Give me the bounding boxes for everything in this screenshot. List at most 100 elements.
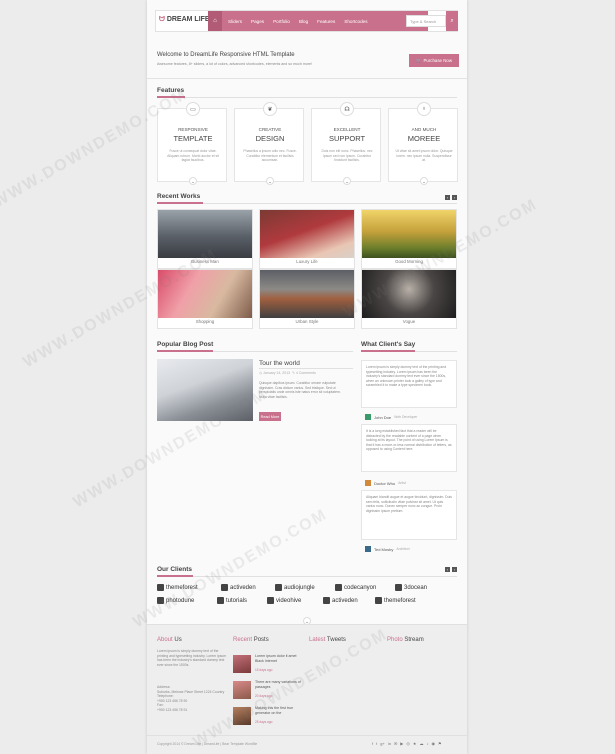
work-image (362, 270, 456, 318)
work-item[interactable]: Business Man (157, 209, 253, 269)
blog-meta: ◷ January 14, 2013 ✎ 4 Comments (259, 371, 316, 375)
feature-card[interactable]: ▭ RESPONSIVE TEMPLATE Fusce ut consequat… (157, 102, 227, 185)
chevron-down-icon[interactable]: ⌄ (266, 177, 274, 185)
footer-address: Address: Suburbs, Melrose Place Street 1… (157, 685, 227, 713)
work-caption: Good Morning (395, 259, 423, 264)
videohive-icon (267, 597, 274, 604)
main-nav: ⌂ Sliders Pages Portfolio Blog Features … (208, 11, 428, 31)
purchase-label: Purchase Now (423, 58, 453, 63)
chevron-down-icon[interactable]: ⌄ (420, 177, 428, 185)
feature-description: Ut vitae sit amet ipsum dolor. Quisque l… (395, 149, 453, 162)
chevron-left-icon[interactable]: ‹ (445, 195, 450, 200)
avatar (365, 480, 371, 486)
youtube-icon[interactable]: ▶ (400, 741, 403, 746)
music-icon[interactable]: ♪ (426, 741, 428, 746)
footer-photos-heading: Photo Stream (387, 637, 424, 643)
blog-title[interactable]: Tour the world (259, 360, 300, 367)
client-name: 3docean (404, 584, 428, 591)
chevron-down-icon[interactable]: ⌄ (189, 177, 197, 185)
twitter-icon[interactable]: t (376, 741, 377, 746)
cart-icon: 🛒 (415, 57, 422, 63)
work-image (260, 270, 354, 318)
nav-item-shortcodes[interactable]: Shortcodes (344, 19, 367, 24)
client-logo[interactable]: activeden (323, 597, 358, 604)
client-logo[interactable]: activeden (221, 584, 256, 591)
testimonials-heading: What Client's Say (361, 341, 416, 348)
post-title[interactable]: There are many variations of passages (255, 680, 301, 689)
section-line (157, 97, 457, 98)
blog-image[interactable] (157, 359, 253, 421)
feature-card[interactable]: ☊ EXCELLENT SUPPORT Duis non elit nunc. … (311, 102, 381, 185)
search-icon[interactable]: ⌕ (446, 11, 458, 31)
heading-part: Photo (387, 637, 403, 643)
nav-item-blog[interactable]: Blog (299, 19, 308, 24)
author-role: Artist (398, 481, 406, 485)
mail-icon[interactable]: ✉ (394, 741, 397, 746)
logo[interactable]: ᗢ DREAM LIFE (159, 16, 210, 24)
chevron-right-icon[interactable]: › (452, 567, 457, 572)
post-title[interactable]: Lorem ipsum dolor it amet Black Internet (255, 654, 301, 663)
work-item[interactable]: Vogue (361, 269, 457, 329)
themeforest-icon (375, 597, 382, 604)
feature-card[interactable]: ♁ AND MUCH MOREEE Ut vitae sit amet ipsu… (388, 102, 458, 185)
feature-title-large: TEMPLATE (173, 134, 213, 143)
dribbble-icon[interactable]: ◉ (431, 741, 435, 746)
feature-title-large: SUPPORT (328, 134, 366, 143)
heading-part: Recent (233, 637, 253, 643)
purchase-button[interactable]: 🛒 Purchase Now (409, 54, 459, 67)
nav-item-sliders[interactable]: Sliders (228, 19, 242, 24)
work-caption: Luxury Life (296, 259, 318, 264)
nav-item-portfolio[interactable]: Portfolio (273, 19, 290, 24)
post-thumbnail[interactable] (233, 681, 251, 699)
heading-part: Tweets (326, 637, 346, 643)
client-logo[interactable]: photodune (157, 597, 194, 604)
photodune-icon (157, 597, 164, 604)
themeforest-icon (157, 584, 164, 591)
chevron-left-icon[interactable]: ‹ (445, 567, 450, 572)
feature-title-small: RESPONSIVE (178, 127, 208, 132)
nav-item-features[interactable]: Features (317, 19, 335, 24)
work-item[interactable]: Luxury Life (259, 209, 355, 269)
search-input[interactable]: Type & Search (406, 15, 446, 27)
flag-icon[interactable]: ⚑ (438, 741, 442, 746)
feature-title-large: MOREEE (407, 134, 441, 143)
post-title[interactable]: Making this the first true generator on … (255, 706, 301, 715)
google-plus-icon[interactable]: g+ (380, 741, 385, 746)
instagram-icon[interactable]: ◎ (406, 741, 410, 746)
linkedin-icon[interactable]: in (388, 741, 391, 746)
client-logo[interactable]: audiojungle (275, 584, 315, 591)
chevron-down-icon[interactable]: ⌄ (343, 177, 351, 185)
work-item[interactable]: Urban Style (259, 269, 355, 329)
section-accent (157, 96, 185, 98)
nav-item-pages[interactable]: Pages (251, 19, 264, 24)
comment-icon: ✎ (292, 371, 295, 375)
post-thumbnail[interactable] (233, 707, 251, 725)
chevron-right-icon[interactable]: › (452, 195, 457, 200)
client-logo[interactable]: videohive (267, 597, 301, 604)
lightbulb-icon: ♁ (417, 102, 431, 116)
post-thumbnail[interactable] (233, 655, 251, 673)
home-icon[interactable]: ⌂ (208, 11, 222, 31)
work-item[interactable]: Good Morning (361, 209, 457, 269)
read-more-button[interactable]: Read More (259, 412, 281, 421)
blog-excerpt: Quisque dapibus ipsum. Curabitur ornare … (259, 381, 341, 399)
client-logo[interactable]: 3docean (395, 584, 427, 591)
author-name: Doctor Who (374, 480, 396, 486)
client-logo[interactable]: tutorials (217, 597, 247, 604)
clients-carousel-controls: ‹ › (445, 567, 457, 572)
client-logo[interactable]: themeforest (375, 597, 416, 604)
avatar (365, 414, 371, 420)
heading-part: Posts (253, 637, 269, 643)
cloud-icon[interactable]: ☁ (419, 741, 423, 746)
work-image (362, 210, 456, 258)
star-icon[interactable]: ★ (413, 741, 417, 746)
leaf-icon: ❦ (263, 102, 277, 116)
client-logo[interactable]: themeforest (157, 584, 198, 591)
work-item[interactable]: Shopping (157, 269, 253, 329)
feature-card[interactable]: ❦ CREATIVE DESIGN Phasellus a ipsum odio… (234, 102, 304, 185)
headset-icon: ☊ (340, 102, 354, 116)
facebook-icon[interactable]: f (372, 741, 373, 746)
client-logo[interactable]: codecanyon (335, 584, 376, 591)
blog-comments[interactable]: 4 Comments (296, 371, 316, 375)
feature-title-small: CREATIVE (258, 127, 282, 132)
